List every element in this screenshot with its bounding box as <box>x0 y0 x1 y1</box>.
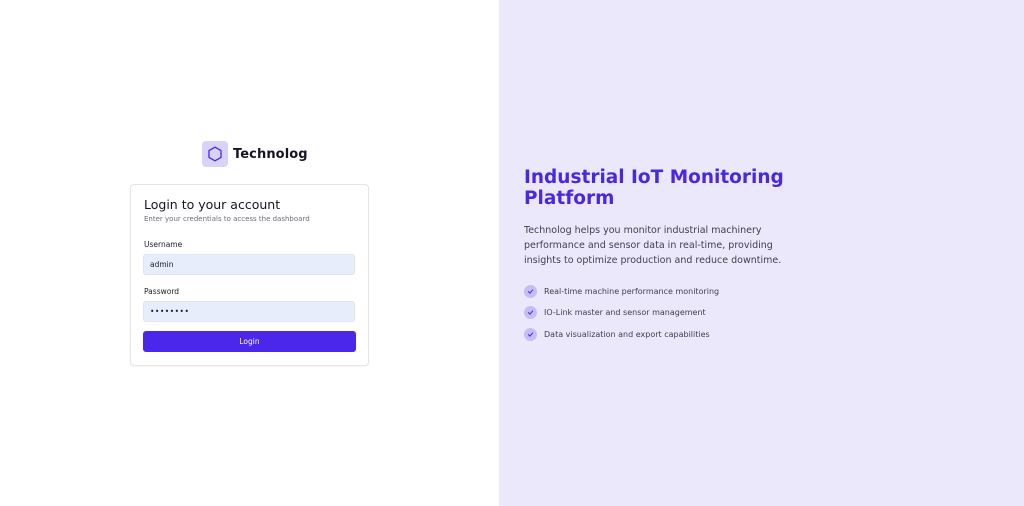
login-button[interactable]: Login <box>143 331 356 352</box>
feature-label: Real-time machine performance monitoring <box>544 286 720 296</box>
check-icon <box>524 284 537 298</box>
feature-item: Real-time machine performance monitoring <box>524 284 719 298</box>
feature-item: Data visualization and export capabiliti… <box>524 327 719 341</box>
hexagon-icon <box>202 141 228 167</box>
check-icon <box>524 306 537 319</box>
login-panel: Technolog Login to your account Enter yo… <box>0 0 499 506</box>
feature-label: Data visualization and export capabiliti… <box>544 329 710 339</box>
brand-name: Technolog <box>233 146 308 162</box>
feature-item: IO-Link master and sensor management <box>524 306 719 320</box>
hero-title: Industrial IoT Monitoring Platform <box>524 167 784 209</box>
username-label: Username <box>144 240 183 249</box>
login-title: Login to your account <box>144 197 281 212</box>
feature-list: Real-time machine performance monitoring… <box>524 284 719 349</box>
password-field[interactable] <box>143 301 355 322</box>
hero-description: Technolog helps you monitor industrial m… <box>524 225 782 266</box>
check-icon <box>524 327 537 341</box>
login-subtitle: Enter your credentials to access the das… <box>144 215 310 223</box>
username-field[interactable] <box>143 254 355 275</box>
brand: Technolog <box>202 141 308 167</box>
login-card: Login to your account Enter your credent… <box>130 184 369 366</box>
info-panel: Industrial IoT Monitoring Platform Techn… <box>499 0 1024 506</box>
password-label: Password <box>144 287 180 296</box>
login-page: Technolog Login to your account Enter yo… <box>0 0 1024 506</box>
feature-label: IO-Link master and sensor management <box>544 308 706 317</box>
